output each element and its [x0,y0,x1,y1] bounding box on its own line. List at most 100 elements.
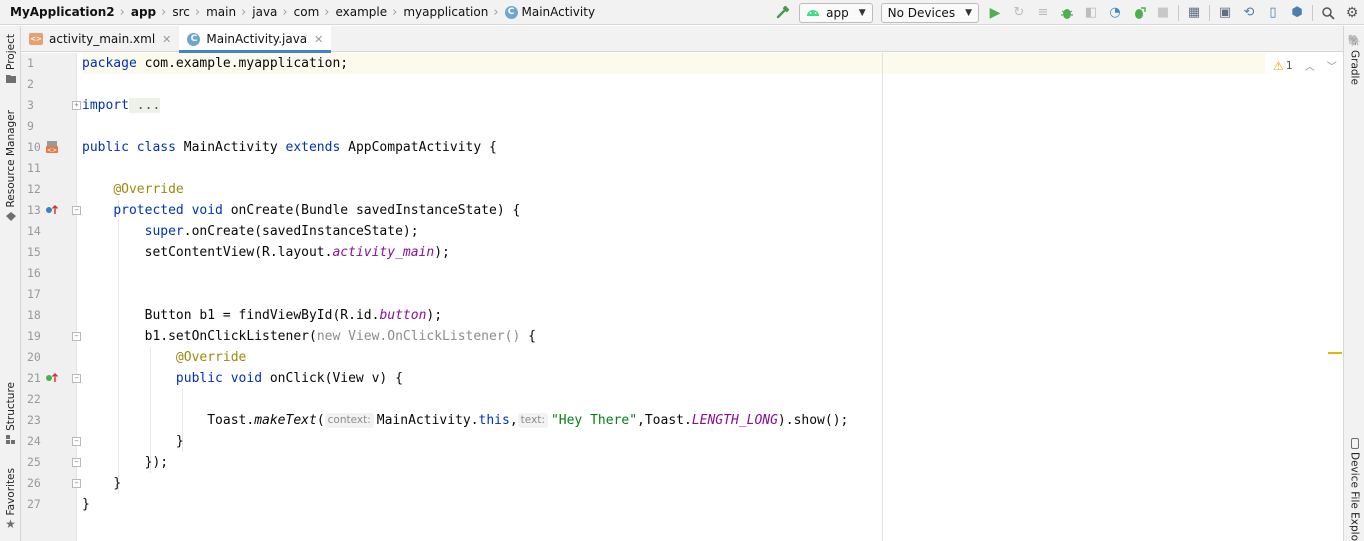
class-icon: C [504,5,518,19]
layout-inspector-icon[interactable]: ▣ [1214,2,1236,24]
device-label: No Devices [887,5,956,20]
tool-tab-device-file-explorer[interactable]: Device File Explo [1344,438,1364,541]
device-select[interactable]: No Devices ▼ [880,2,979,23]
rerun-icon[interactable]: ↻ [1008,2,1030,24]
search-icon[interactable] [1317,2,1339,24]
gutter-line: 1 [21,53,77,74]
code-token: Toast. [207,413,255,428]
tool-tab-resource-manager[interactable]: Resource Manager [0,110,21,221]
fold-end-icon[interactable]: − [72,458,81,467]
profile-icon[interactable]: ◔ [1104,2,1126,24]
chevron-down-icon[interactable]: ﹀ [1327,58,1337,73]
breadcrumb-module[interactable]: app [131,5,156,19]
toolbar-separator [1209,4,1210,21]
code-token: this [478,413,510,428]
tool-tab-favorites[interactable]: Favorites ★ [0,468,21,531]
code-token: } [175,434,184,449]
tool-tab-label: Favorites [4,468,17,516]
gutter-line: 10 <> [21,137,77,158]
breadcrumb-com[interactable]: com [294,5,320,19]
gutter-line: 17 [21,284,77,305]
project-structure-icon[interactable]: ▦ [1183,2,1205,24]
line-number: 9 [27,119,34,133]
fold-minus-icon[interactable]: − [72,332,81,341]
gutter-line: 25 − [21,452,81,473]
code-token: @Override [113,182,184,197]
breadcrumb-main[interactable]: main [206,5,236,19]
code-token: } [82,497,90,512]
line-gutter: 1 2 3 + 9 10 <> 11 12 13− 14 15 16 17 18 1… [21,53,81,541]
stop-icon[interactable]: ■ [1152,2,1174,24]
breadcrumb-example[interactable]: example [335,5,387,19]
close-icon[interactable]: ✕ [162,33,171,46]
code-line: @Override [82,347,1282,368]
warning-stripe-marker[interactable] [1328,352,1342,354]
structure-icon [5,434,15,444]
code-token: b1.setOnClickListener( [144,329,317,344]
fold-minus-icon[interactable]: − [72,374,81,383]
attach-process-icon[interactable] [1128,2,1150,24]
gutter-line: 22 [21,389,77,410]
fold-end-icon[interactable]: − [72,479,81,488]
code-line: public class MainActivity extends AppCom… [82,137,1282,158]
tool-tab-gradle[interactable]: 🐘 Gradle [1344,34,1364,85]
fold-end-icon[interactable]: − [72,437,81,446]
chevron-up-icon[interactable]: ︿ [1305,58,1315,73]
apply-changes-icon[interactable]: ≡ [1032,2,1054,24]
gutter-line: 23 [21,410,77,431]
breadcrumb-class[interactable]: MainActivity [522,5,596,19]
implement-method-icon[interactable] [45,372,59,388]
gutter-line: 14 [21,221,77,242]
gutter-line: 26 − [21,473,81,494]
folded-imports[interactable]: ... [128,98,161,113]
code-area[interactable]: package com.example.myapplication; impor… [82,53,1322,541]
breadcrumb-project[interactable]: MyApplication2 [10,5,115,19]
line-number: 3 [27,98,34,112]
sdk-manager-icon[interactable]: ⬢ [1286,2,1308,24]
hammer-icon[interactable] [772,2,794,24]
tool-tab-project[interactable]: Project [0,34,21,83]
fold-plus-icon[interactable]: + [72,101,81,110]
code-token: MainActivity. [376,413,479,428]
inspection-widget[interactable]: ⚠ 1 ︿ ﹀ [1273,58,1337,74]
fold-minus-icon[interactable]: − [72,206,81,215]
breadcrumb: MyApplication2 › app › src › main › java… [0,0,595,25]
avd-manager-icon[interactable]: ▯ [1262,2,1284,24]
override-method-icon[interactable] [45,204,59,220]
tool-tab-structure[interactable]: Structure [0,382,21,444]
line-number: 15 [27,245,41,259]
run-config-select[interactable]: app ▼ [799,2,873,23]
tab-mainactivity-java[interactable]: C MainActivity.java ✕ [179,26,332,53]
line-number: 26 [27,476,41,490]
layout-link-icon[interactable]: <> [45,141,59,157]
debug-icon[interactable] [1056,2,1078,24]
close-icon[interactable]: ✕ [314,33,323,46]
attach-debugger-icon[interactable]: ◧ [1080,2,1102,24]
android-icon [806,6,820,20]
code-token: public void [175,371,263,386]
breadcrumb-package[interactable]: myapplication [403,5,488,19]
code-token: button [379,308,427,323]
line-number: 1 [27,56,34,70]
breadcrumb-src[interactable]: src [172,5,190,19]
code-editor[interactable]: 1 2 3 + 9 10 <> 11 12 13− 14 15 16 17 18 1… [21,53,1343,541]
line-number: 22 [27,392,41,406]
settings-icon[interactable]: ⚙ [1341,2,1363,24]
code-token: .onCreate(savedInstanceState); [183,224,419,239]
tab-activity-main-xml[interactable]: <> activity_main.xml ✕ [21,26,179,52]
code-token: import [82,98,129,113]
code-token: } [113,476,122,491]
chevron-right-icon: › [119,4,125,20]
sync-gradle-icon[interactable]: ⟲ [1238,2,1260,24]
toolbar-separator [1312,4,1313,21]
parameter-hint: context: [324,413,374,428]
chevron-right-icon: › [392,4,398,20]
code-line: import ... [82,95,1282,116]
folded-anonymous-class[interactable]: new View.OnClickListener() [317,329,521,344]
tool-tab-label: Resource Manager [4,110,17,208]
breadcrumb-java[interactable]: java [252,5,277,19]
main-toolbar: app ▼ No Devices ▼ ▶ ↻ ≡ ◧ ◔ ■ ▦ ▣ ⟲ ▯ ⬢… [771,0,1364,25]
code-token: extends [285,140,341,155]
line-number: 25 [27,455,41,469]
run-icon[interactable]: ▶ [984,2,1006,24]
